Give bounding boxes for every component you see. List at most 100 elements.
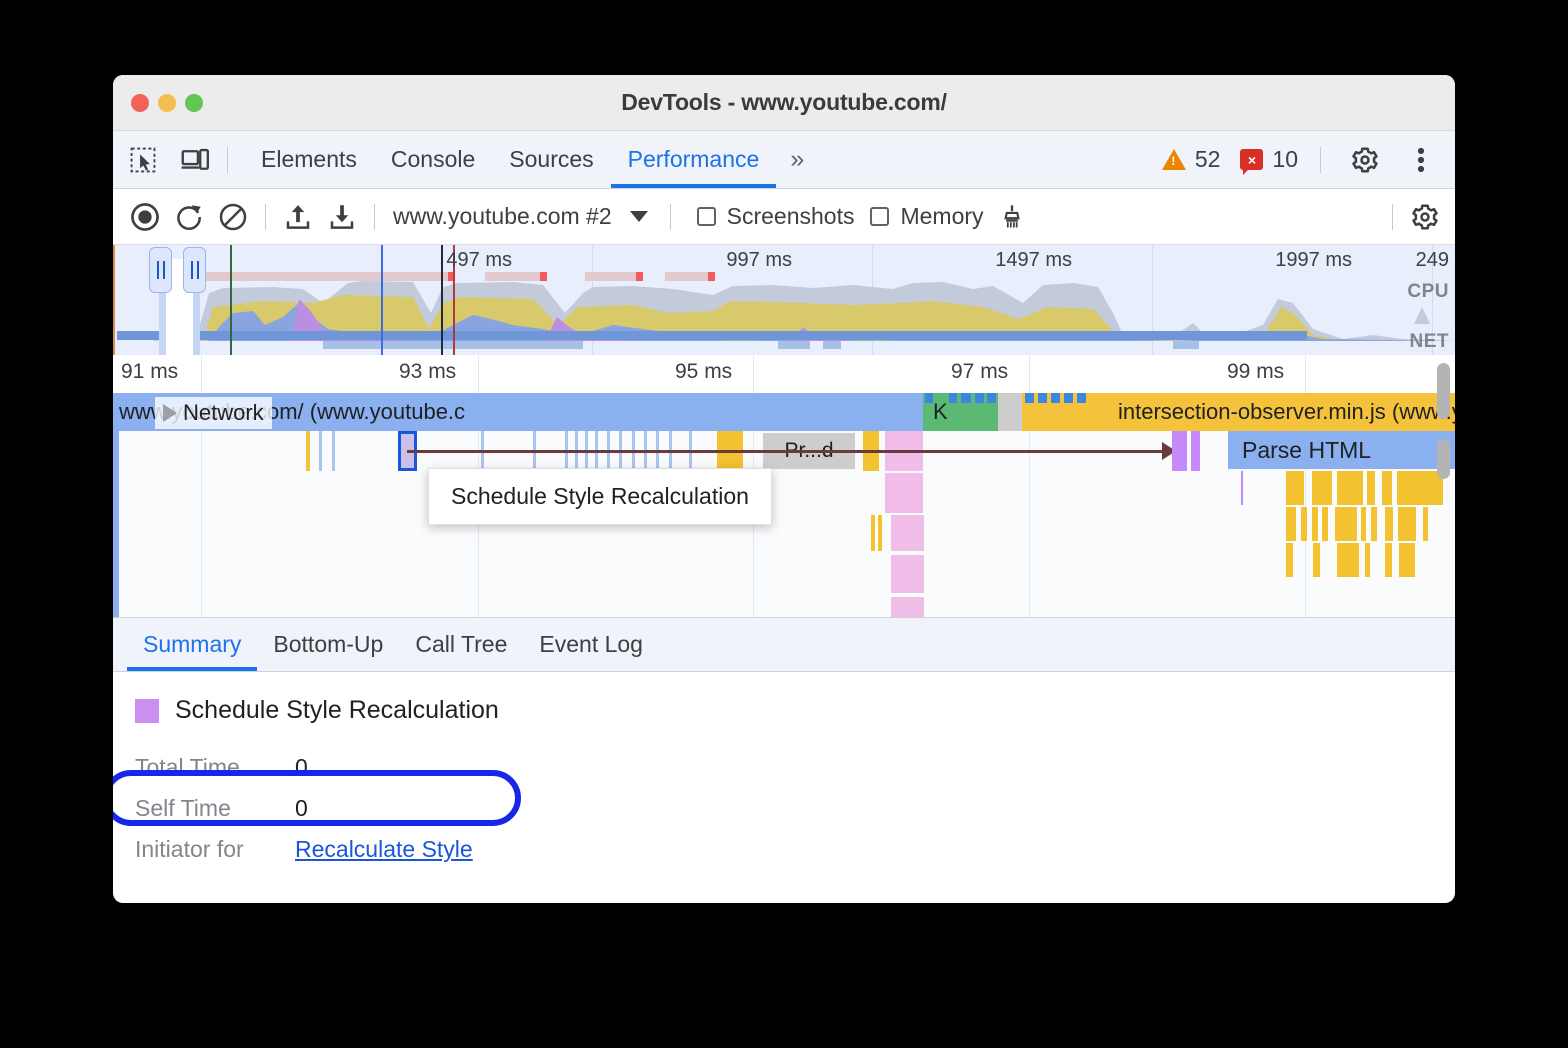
chevron-right-icon [163,404,177,422]
network-phase-chip [975,393,984,403]
tab-elements[interactable]: Elements [244,131,374,188]
main-thread-bar[interactable] [1337,543,1359,577]
selection-handle-right[interactable] [183,247,206,293]
main-thread-bar[interactable] [1322,507,1328,541]
parse-html-bar[interactable]: Parse HTML [1228,431,1455,469]
collect-garbage-icon[interactable] [990,195,1034,239]
main-thread-bar[interactable] [1367,471,1375,505]
main-thread-bar[interactable] [1365,543,1370,577]
memory-label: Memory [900,203,983,230]
device-toolbar-icon[interactable] [173,138,217,182]
tab-bar-right-controls: 52 × 10 [1154,138,1455,182]
upload-profile-icon[interactable] [276,195,320,239]
recalculate-style-bar[interactable] [891,555,924,593]
summary-panel: Schedule Style Recalculation Total Time … [113,672,1455,849]
flame-chart-scrollbar-thumb-bottom[interactable] [1437,439,1450,479]
main-thread-bar[interactable] [1361,507,1366,541]
main-thread-bar[interactable] [878,515,882,551]
overview-tick-497ms: 497 ms [446,249,518,272]
overview-tick-997ms: 997 ms [726,249,798,272]
overview-tick-249: 249 [1416,249,1455,272]
overview-tick-1497ms: 1497 ms [995,249,1078,272]
tab-event-log-label: Event Log [539,631,643,658]
network-band [823,341,841,349]
network-phase-chip [925,393,933,403]
main-thread-bar[interactable] [1385,507,1393,541]
tab-performance[interactable]: Performance [611,131,777,188]
main-thread-bar[interactable] [1423,507,1428,541]
network-phase-chip [1077,393,1086,403]
network-track-header[interactable]: Network [155,397,272,429]
perf-divider-2 [374,204,375,230]
parse-html-label: Parse HTML [1242,437,1371,464]
overview-marker [113,245,115,355]
warnings-badge[interactable]: 52 [1154,146,1229,173]
main-thread-bar[interactable] [1286,543,1293,577]
timeline-overview[interactable]: 497 ms 997 ms 1497 ms 1997 ms 249 CPU NE… [113,245,1455,355]
flame-chart-scrollbar-thumb-top[interactable] [1437,363,1450,419]
download-profile-icon[interactable] [320,195,364,239]
ruler-tick-91ms: 91 ms [121,360,178,384]
recalculate-style-bar[interactable] [885,473,923,513]
screenshots-checkbox[interactable]: Screenshots [697,203,855,230]
main-thread-bar[interactable] [1399,543,1415,577]
schedule-style-recalculation-bar[interactable] [1191,431,1200,471]
long-task-marker [585,272,643,281]
screenshots-checkbox-box [697,207,716,226]
main-thread-bar[interactable] [1398,507,1416,541]
tab-event-log[interactable]: Event Log [523,618,659,671]
main-thread-bar[interactable] [1382,471,1392,505]
kebab-menu-icon[interactable] [1399,138,1443,182]
settings-gear-icon[interactable] [1343,138,1387,182]
main-thread-bar[interactable] [332,431,335,471]
reload-and-record-icon[interactable] [167,195,211,239]
main-thread-bar[interactable] [871,515,875,551]
main-thread-bar[interactable] [1312,507,1318,541]
main-thread-bar[interactable] [319,431,322,471]
summary-event-name: Schedule Style Recalculation [175,696,499,725]
main-thread-bar[interactable] [1312,471,1332,505]
clear-icon[interactable] [211,195,255,239]
network-phase-chip [1025,393,1034,403]
main-thread-bar[interactable] [1371,507,1377,541]
errors-badge[interactable]: × 10 [1232,146,1306,173]
more-tabs-icon[interactable]: » [776,145,818,174]
overview-marker [441,245,443,355]
main-thread-bar[interactable] [1385,543,1392,577]
tab-bottom-up[interactable]: Bottom-Up [257,618,399,671]
tab-sources[interactable]: Sources [492,131,610,188]
recalculate-style-bar[interactable] [891,597,924,617]
main-thread-bar[interactable] [1241,471,1243,505]
inspect-element-icon[interactable] [121,138,165,182]
main-thread-bar[interactable] [113,431,119,617]
ruler-tick-95ms: 95 ms [675,360,732,384]
chevron-down-icon [630,211,648,222]
main-thread-bar[interactable] [306,431,310,471]
main-thread-bar[interactable] [1337,471,1363,505]
tab-call-tree[interactable]: Call Tree [399,618,523,671]
recording-selector[interactable]: www.youtube.com #2 [393,203,648,230]
selection-handle-left[interactable] [149,247,172,293]
main-thread-bar[interactable] [1335,507,1357,541]
main-thread-bar[interactable] [1313,543,1320,577]
tab-summary[interactable]: Summary [127,618,257,671]
summary-row-total-time: Total Time 0 [135,747,1455,788]
memory-checkbox[interactable]: Memory [870,203,983,230]
flame-chart[interactable]: 91 ms 93 ms 95 ms 97 ms 99 ms www.youtub… [113,355,1455,617]
tab-console[interactable]: Console [374,131,492,188]
summary-header: Schedule Style Recalculation [135,696,1455,725]
initiator-link[interactable]: Recalculate Style [295,836,473,863]
recalculate-style-bar[interactable] [891,515,924,551]
window-title-bar: DevTools - www.youtube.com/ [113,75,1455,131]
main-thread-bar[interactable] [1286,471,1304,505]
capture-settings-gear-icon[interactable] [1403,195,1447,239]
self-time-value: 0 [295,795,308,822]
main-thread-bar[interactable] [1286,507,1296,541]
network-request-bar-2[interactable]: intersection-observer.min.js (www.youtub… [1022,393,1455,431]
record-icon[interactable] [123,195,167,239]
schedule-style-recalculation-bar[interactable] [1172,431,1187,471]
main-thread-bar[interactable] [1397,471,1443,505]
main-thread-bar[interactable] [1301,507,1307,541]
tab-bottom-up-label: Bottom-Up [273,631,383,658]
network-request-bar-small[interactable] [998,393,1022,431]
